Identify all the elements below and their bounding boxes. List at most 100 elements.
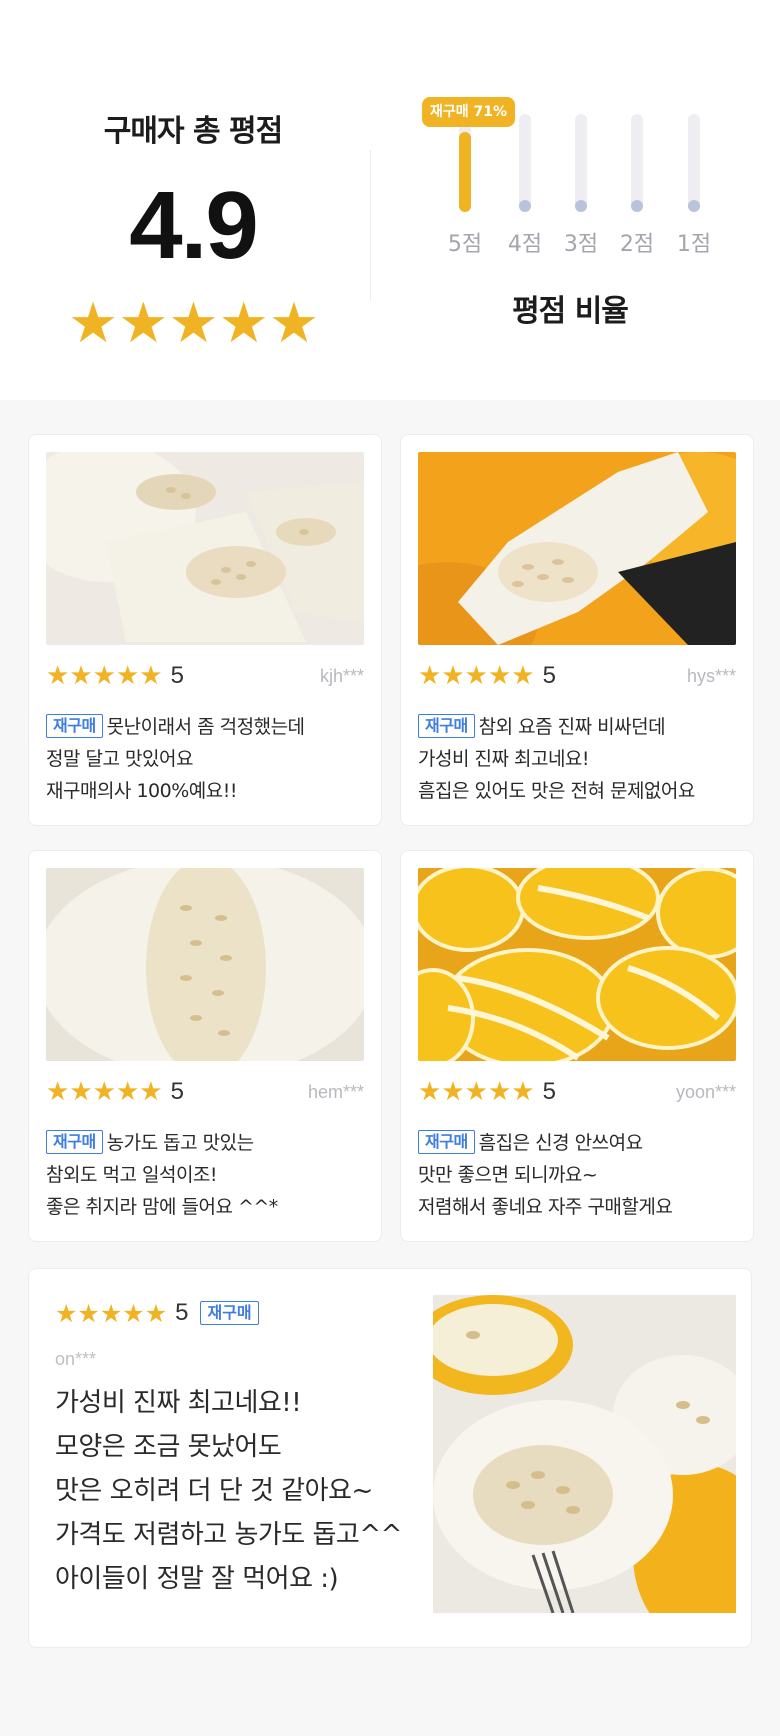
review-rating-value: 5 (170, 662, 184, 689)
review-line: 참외도 먹고 일석이조! (46, 1164, 218, 1186)
review-rating-row: ★ ★ ★ ★ ★ 5 hys*** (418, 661, 736, 691)
star-icon: ★ (115, 1077, 140, 1107)
star-icon: ★ (68, 291, 119, 356)
review-line: 모양은 조금 못났어도 (55, 1432, 282, 1462)
star-icon: ★ (268, 291, 320, 356)
reviewer-id: hys*** (686, 665, 736, 686)
star-icon: ★ (92, 661, 116, 691)
repurchase-tag: 재구매 (418, 714, 475, 738)
star-icon: ★ (118, 291, 169, 356)
featured-review-card[interactable]: ★ ★ ★ ★ ★ 5 재구매 on*** 가성비 진짜 최고네요!! 모양은 … (28, 1268, 752, 1648)
review-line: 가격도 저렴하고 농가도 돕고^^ (55, 1520, 402, 1550)
rating-bar-5 (459, 114, 473, 212)
review-card[interactable]: ★ ★ ★ ★ ★ 5 hem*** 재구매 농가도 돕고 맛있는 참외도 먹고 … (28, 850, 382, 1242)
review-line: 정말 달고 맛있어요 (46, 748, 193, 770)
rating-bar-dot (575, 200, 587, 212)
review-line: 저렴해서 좋네요 자주 구매할게요 (418, 1196, 673, 1218)
star-icon: ★ (487, 661, 512, 691)
total-rating-stars: ★ ★ ★ ★ ★ (68, 291, 320, 356)
review-line: 농가도 돕고 맛있는 (106, 1132, 254, 1154)
review-rating-row: ★ ★ ★ ★ ★ 5 yoon*** (418, 1077, 736, 1107)
rating-bar-2 (631, 114, 645, 212)
review-text: 재구매 농가도 돕고 맛있는 참외도 먹고 일석이조! 좋은 취지라 맘에 들어요… (46, 1127, 366, 1223)
review-line: 흠집은 신경 안쓰여요 (478, 1132, 643, 1154)
reviewer-id: hem*** (307, 1081, 364, 1102)
rating-bar-label: 1점 (676, 232, 712, 257)
star-icon: ★ (139, 661, 163, 691)
rating-ratio-title: 평점 비율 (512, 294, 629, 329)
star-icon: ★ (92, 1077, 116, 1107)
star-icon: ★ (464, 661, 488, 691)
review-rating-value: 5 (542, 1078, 556, 1105)
review-text: 재구매 못난이래서 좀 걱정했는데 정말 달고 맛있어요 재구매의사 100%예요… (46, 711, 366, 807)
rating-bar-dot (519, 200, 531, 212)
review-line: 맛만 좋으면 되니까요~ (418, 1164, 598, 1186)
rating-bar-3 (575, 114, 589, 212)
review-card[interactable]: ★ ★ ★ ★ ★ 5 hys*** 재구매 참외 요즘 진짜 비싸던데 가성비 … (400, 434, 754, 826)
review-rating-row: ★ ★ ★ ★ ★ 5 hem*** (46, 1077, 364, 1107)
rating-bar-4 (519, 114, 533, 212)
star-icon: ★ (464, 1077, 488, 1107)
review-photo[interactable] (46, 868, 364, 1061)
review-line: 가성비 진짜 최고네요! (418, 748, 590, 770)
rating-bar-label: 4점 (507, 232, 543, 257)
star-icon: ★ (511, 661, 535, 691)
repurchase-tag: 재구매 (46, 1130, 103, 1154)
review-text: 가성비 진짜 최고네요!! 모양은 조금 못났어도 맛은 오히려 더 단 것 같… (55, 1381, 405, 1601)
review-photo[interactable] (46, 452, 364, 645)
star-icon: ★ (77, 1298, 100, 1328)
star-icon: ★ (218, 291, 269, 356)
review-card[interactable]: ★ ★ ★ ★ ★ 5 kjh*** 재구매 못난이래서 좀 걱정했는데 정말 달… (28, 434, 382, 826)
repurchase-tag: 재구매 (418, 1130, 475, 1154)
star-icon: ★ (69, 661, 93, 691)
review-rating-row: ★ ★ ★ ★ ★ 5 kjh*** (46, 661, 364, 691)
review-photo[interactable] (418, 452, 736, 645)
review-photo[interactable] (418, 868, 736, 1061)
rating-bar-label: 3점 (563, 232, 599, 257)
star-icon: ★ (46, 1077, 70, 1107)
review-rating-value: 5 (170, 1078, 184, 1105)
star-icon: ★ (441, 661, 465, 691)
star-icon: ★ (144, 1298, 168, 1328)
star-icon: ★ (115, 661, 140, 691)
star-icon: ★ (99, 1298, 123, 1328)
review-rating-value: 5 (542, 662, 556, 689)
rating-bar-dot (688, 200, 700, 212)
star-icon: ★ (441, 1077, 465, 1107)
repurchase-badge: 재구매 71% (422, 97, 516, 127)
star-icon: ★ (487, 1077, 512, 1107)
rating-summary-section: 구매자 총 평점 4.9 ★ ★ ★ ★ ★ 재구매 71% 5점 4점 3점 … (0, 0, 780, 400)
review-line: 가성비 진짜 최고네요!! (55, 1388, 302, 1418)
reviewer-id: yoon*** (675, 1081, 736, 1102)
rating-bar-label: 5점 (447, 232, 483, 257)
rating-bar-dot (631, 200, 643, 212)
repurchase-tag: 재구매 (200, 1301, 259, 1325)
review-line: 참외 요즘 진짜 비싸던데 (478, 716, 666, 738)
review-text: 재구매 참외 요즘 진짜 비싸던데 가성비 진짜 최고네요! 흠집은 있어도 맛은… (418, 711, 738, 807)
review-line: 재구매의사 100%예요!! (46, 780, 237, 802)
rating-bar-label: 2점 (619, 232, 655, 257)
star-icon: ★ (168, 291, 219, 356)
reviewer-id: kjh*** (319, 665, 364, 686)
rating-bar-fill (459, 132, 471, 212)
total-rating-title: 구매자 총 평점 (103, 114, 284, 149)
star-icon: ★ (511, 1077, 535, 1107)
rating-bar-1 (688, 114, 702, 212)
review-line: 못난이래서 좀 걱정했는데 (106, 716, 305, 738)
review-rating-row: ★ ★ ★ ★ ★ 5 재구매 (55, 1299, 263, 1327)
review-line: 맛은 오히려 더 단 것 같아요~ (55, 1476, 373, 1506)
review-rating-value: 5 (175, 1299, 189, 1326)
repurchase-tag: 재구매 (46, 714, 103, 738)
review-photo[interactable] (433, 1295, 736, 1613)
star-icon: ★ (69, 1077, 93, 1107)
review-text: 재구매 흠집은 신경 안쓰여요 맛만 좋으면 되니까요~ 저렴해서 좋네요 자주 … (418, 1127, 738, 1223)
review-card[interactable]: ★ ★ ★ ★ ★ 5 yoon*** 재구매 흠집은 신경 안쓰여요 맛만 좋으… (400, 850, 754, 1242)
review-line: 좋은 취지라 맘에 들어요 ^^* (46, 1196, 278, 1218)
review-line: 흠집은 있어도 맛은 전혀 문제없어요 (418, 780, 695, 802)
reviewer-id: on*** (55, 1349, 97, 1369)
star-icon: ★ (139, 1077, 163, 1107)
star-icon: ★ (418, 1077, 442, 1107)
total-rating-score: 4.9 (129, 172, 258, 279)
summary-divider (370, 150, 371, 300)
star-icon: ★ (122, 1298, 145, 1328)
